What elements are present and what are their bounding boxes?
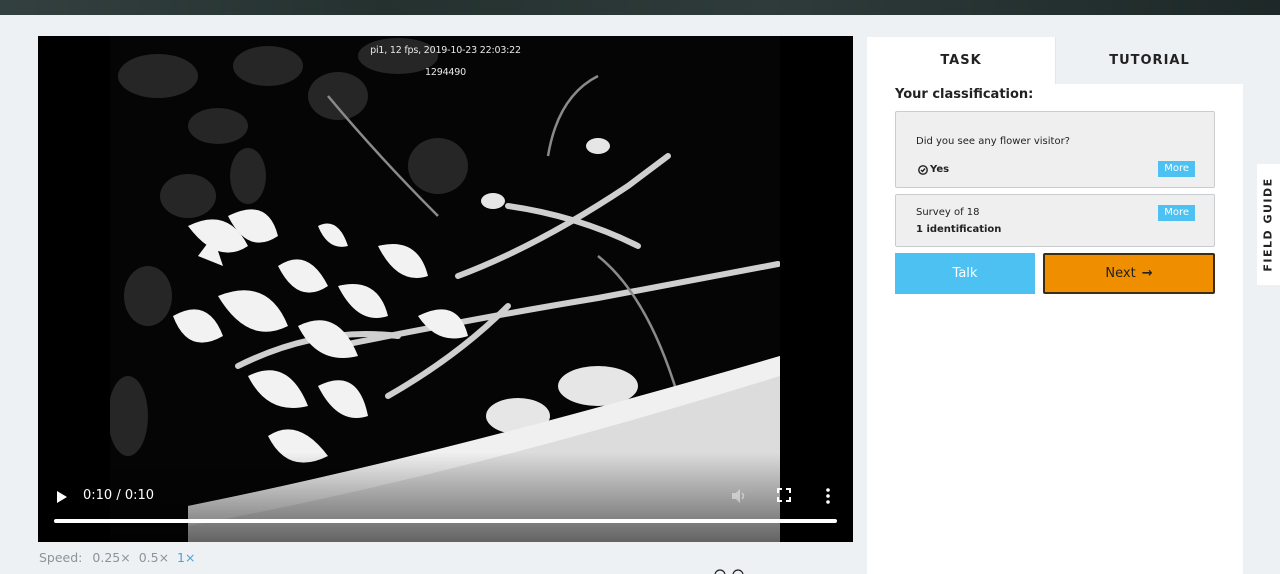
video-timestamp-overlay: pi1, 12 fps, 2019-10-23 22:03:22 [370,45,521,56]
question-text: Did you see any flower visitor? [916,136,1070,147]
play-icon[interactable] [56,490,68,504]
field-guide-tab[interactable]: FIELD GUIDE [1257,164,1280,285]
task-panel: TASK TUTORIAL Your classification: Did y… [867,37,1243,574]
speed-option-0.25[interactable]: 0.25× [92,550,130,565]
video-player[interactable]: pi1, 12 fps, 2019-10-23 22:03:22 1294490… [38,36,853,542]
survey-summary-card[interactable]: Survey of 18 1 identification More [895,194,1215,247]
panel-tabs: TASK TUTORIAL [867,37,1243,84]
question-summary-card[interactable]: Did you see any flower visitor? Yes More [895,111,1215,188]
fullscreen-icon[interactable] [777,488,791,502]
tab-task[interactable]: TASK [867,37,1055,84]
more-vert-icon[interactable] [824,487,832,505]
volume-icon[interactable] [730,487,748,505]
answer: Yes [918,164,949,175]
speed-option-0.5[interactable]: 0.5× [139,550,169,565]
more-button[interactable]: More [1158,205,1195,221]
speed-label: Speed: [39,550,83,565]
video-progress-bar[interactable] [54,519,837,523]
header-banner [0,0,1280,15]
video-time: 0:10 / 0:10 [83,488,155,503]
classification-heading: Your classification: [895,87,1034,102]
answer-text: Yes [930,164,950,175]
more-button[interactable]: More [1158,161,1195,177]
speed-selector: Speed: 0.25× 0.5× 1× [39,550,199,565]
next-button-label: Next [1105,266,1136,281]
talk-button-label: Talk [952,266,978,281]
survey-identification-count: 1 identification [916,224,1002,235]
decorative-circles [714,569,744,574]
tab-tutorial[interactable]: TUTORIAL [1055,37,1243,84]
survey-title: Survey of 18 [916,207,980,218]
next-button[interactable]: Next → [1043,253,1215,294]
speed-option-1[interactable]: 1× [177,550,195,565]
field-guide-label: FIELD GUIDE [1262,177,1276,272]
check-circle-icon [918,164,928,175]
arrow-right-icon: → [1141,266,1153,281]
video-frame-id-overlay: 1294490 [425,67,466,78]
talk-button[interactable]: Talk [895,253,1035,294]
